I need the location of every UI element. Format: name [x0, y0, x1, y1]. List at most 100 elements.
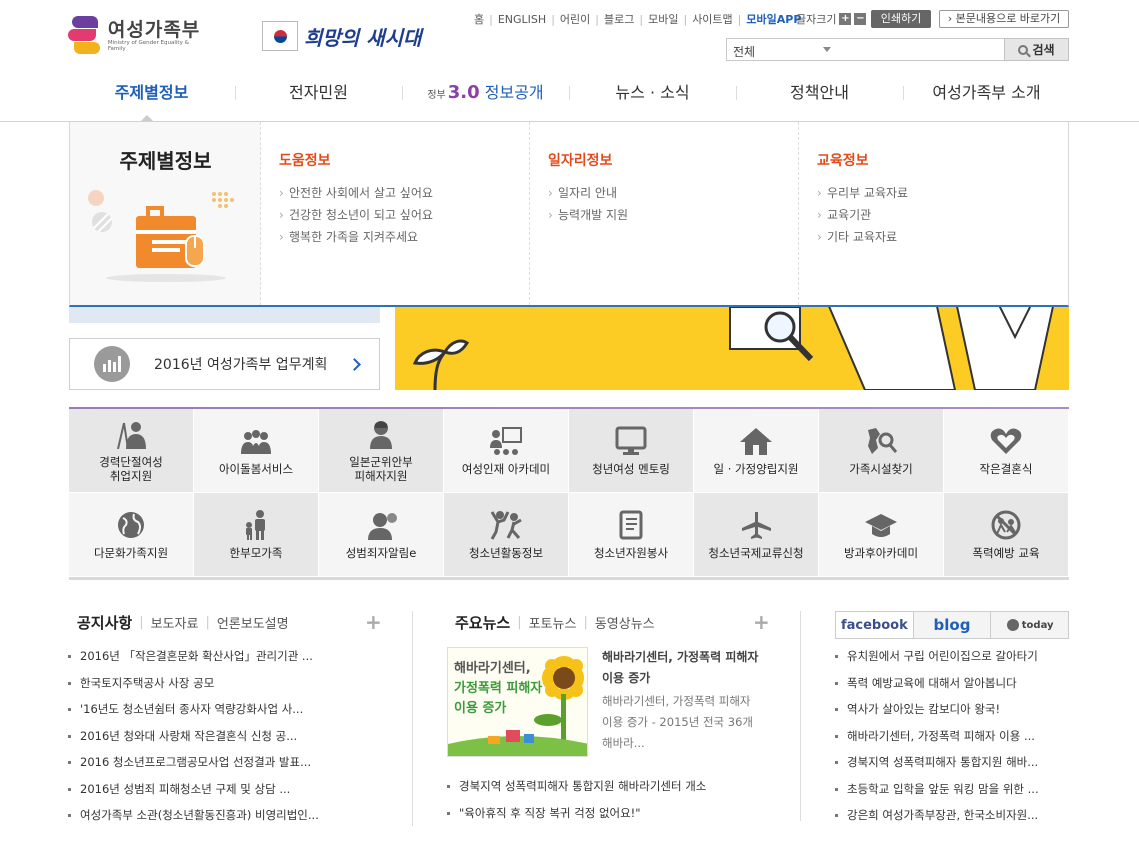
gnb-about[interactable]: 여성가족부 소개: [903, 74, 1070, 112]
ministry-logo[interactable]: 여성가족부 Ministry of Gender Equality & Fami…: [68, 14, 208, 58]
tab-photo-news[interactable]: 포토뉴스: [529, 613, 577, 632]
list-item[interactable]: 2016년 성범죄 피해청소년 구제 및 상담 ...: [68, 776, 354, 803]
font-size-label: 글자크기: [796, 13, 837, 26]
list-item[interactable]: 유치원에서 구립 어린이집으로 갈아타기: [835, 643, 1067, 670]
notice-more-plus-icon[interactable]: +: [365, 610, 382, 634]
tab-main-news[interactable]: 주요뉴스: [455, 612, 510, 633]
main-visual-banner[interactable]: [395, 297, 1069, 390]
util-sitemap[interactable]: 사이트맵: [692, 11, 732, 27]
mega-link[interactable]: 능력개발 지원: [548, 204, 780, 226]
mega-heading-help[interactable]: 도움정보: [279, 150, 511, 170]
svc-career-women[interactable]: 경력단절여성 취업지원: [69, 409, 194, 493]
svc-family-facility[interactable]: 가족시설찾기: [819, 409, 944, 493]
news-more-plus-icon[interactable]: +: [753, 610, 770, 634]
list-item[interactable]: 한국토지주택공사 사장 공모: [68, 670, 354, 697]
svc-sex-offender-alert[interactable]: 성범죄자알림e: [319, 493, 444, 577]
util-kids[interactable]: 어린이: [560, 11, 590, 27]
font-size-control: 글자크기 + −: [796, 11, 867, 27]
tab-press-release[interactable]: 보도자료: [151, 613, 199, 632]
tab-notice[interactable]: 공지사항: [77, 612, 132, 633]
search-scope-select[interactable]: 전체: [726, 38, 1005, 61]
mega-link[interactable]: 행복한 가족을 지켜주세요: [279, 226, 511, 248]
news-tabs: 주요뉴스 | 포토뉴스 | 동영상뉴스: [455, 612, 655, 633]
presentation-icon: [490, 426, 522, 455]
list-item[interactable]: 폭력 예방교육에 대해서 알아봅니다: [835, 670, 1067, 697]
tab-blog[interactable]: blog: [913, 612, 992, 638]
util-mobile[interactable]: 모바일: [648, 11, 678, 27]
svc-youth-volunteer[interactable]: 청소년자원봉사: [569, 493, 694, 577]
font-plus-button[interactable]: +: [839, 13, 852, 25]
news-headline[interactable]: 해바라기센터, 가정폭력 피해자 이용 증가: [602, 647, 762, 689]
list-item[interactable]: 2016년 「작은결혼문화 확산사업」관리기관 ...: [68, 643, 354, 670]
chevron-right-icon: [348, 357, 361, 371]
skip-to-content-button[interactable]: › 본문내용으로 바로가기: [939, 10, 1069, 28]
list-item[interactable]: 경북지역 성폭력피해자 통합지원 해바...: [835, 749, 1067, 776]
jumping-youth-icon: [490, 510, 522, 540]
mega-menu-dropdown: 주제별정보 도움정보 안전한 사회에서 살고 싶어요 건강한 청소년이 되고 싶…: [69, 122, 1069, 307]
tab-facebook[interactable]: facebook: [836, 612, 914, 638]
gnb-e-civil[interactable]: 전자민원: [235, 74, 402, 112]
mega-link[interactable]: 교육기관: [817, 204, 1050, 226]
list-item[interactable]: 2016 청소년프로그램공모사업 선정결과 발표...: [68, 749, 354, 776]
mega-heading-jobs[interactable]: 일자리정보: [548, 150, 780, 170]
svc-child-care[interactable]: 아이돌봄서비스: [194, 409, 319, 493]
mega-heading-education[interactable]: 교육정보: [817, 150, 1050, 170]
svc-small-wedding[interactable]: 작은결혼식: [944, 409, 1069, 493]
list-item[interactable]: "육아휴직 후 직장 복귀 걱정 없어요!": [447, 800, 767, 827]
list-item[interactable]: 초등학교 입학을 앞둔 워킹 맘을 위한 ...: [835, 776, 1067, 803]
svc-talent-academy[interactable]: 여성인재 아카데미: [444, 409, 569, 493]
svc-mentoring[interactable]: 청년여성 멘토링: [569, 409, 694, 493]
svc-work-family[interactable]: 일 · 가정양립지원: [694, 409, 819, 493]
list-item[interactable]: 2016년 청와대 사랑채 작은결혼식 신청 공...: [68, 723, 354, 750]
mega-link[interactable]: 기타 교육자료: [817, 226, 1050, 248]
column-divider: [412, 611, 413, 826]
list-item[interactable]: 여성가족부 소관(청소년활동진흥과) 비영리법인...: [68, 802, 354, 829]
gnb-policy[interactable]: 정책안내: [736, 74, 903, 112]
svc-afterschool-academy[interactable]: 방과후아카데미: [819, 493, 944, 577]
svc-comfort-women[interactable]: 일본군위안부 피해자지원: [319, 409, 444, 493]
mega-link[interactable]: 안전한 사회에서 살고 싶어요: [279, 182, 511, 204]
list-item[interactable]: '16년도 청소년쉼터 종사자 역량강화사업 사...: [68, 696, 354, 723]
news-thumbnail[interactable]: 해바라기센터, 가정폭력 피해자 이용 증가: [447, 647, 588, 757]
mega-link[interactable]: 일자리 안내: [548, 182, 780, 204]
tab-video-news[interactable]: 동영상뉴스: [595, 613, 655, 632]
news-list: 경북지역 성폭력피해자 통합지원 해바라기센터 개소 "육아휴직 후 직장 복귀…: [447, 773, 767, 826]
util-english[interactable]: ENGLISH: [498, 13, 546, 26]
svc-label: 작은결혼식: [979, 461, 1033, 476]
svc-youth-activity[interactable]: 청소년활동정보: [444, 493, 569, 577]
gnb-news[interactable]: 뉴스 · 소식: [569, 74, 736, 112]
business-plan-card[interactable]: 2016년 여성가족부 업무계획: [69, 338, 380, 390]
font-minus-button[interactable]: −: [854, 13, 867, 25]
list-item[interactable]: 역사가 살아있는 캄보디아 왕국!: [835, 696, 1067, 723]
slogan-banner: 희망의 새시대: [262, 14, 432, 58]
tab-today[interactable]: today: [991, 612, 1069, 638]
tab-press-explain[interactable]: 언론보도설명: [217, 613, 289, 632]
list-item[interactable]: 강은희 여성가족부장관, 한국소비자원...: [835, 802, 1067, 829]
gnb-topic-info[interactable]: 주제별정보: [68, 74, 235, 112]
svc-single-parent[interactable]: 한부모가족: [194, 493, 319, 577]
svc-label: 일본군위안부 피해자지원: [349, 454, 413, 483]
bar-chart-icon: [94, 346, 130, 382]
svc-label: 한부모가족: [229, 545, 283, 560]
monitor-icon: [615, 426, 647, 455]
list-item[interactable]: 해바라기센터, 가정폭력 피해자 이용 ...: [835, 723, 1067, 750]
search-button[interactable]: 검색: [1004, 38, 1069, 61]
mega-link[interactable]: 건강한 청소년이 되고 싶어요: [279, 204, 511, 226]
map-search-icon: [868, 427, 898, 454]
globe-icon: [118, 511, 144, 538]
svc-violence-prevention[interactable]: 폭력예방 교육: [944, 493, 1069, 577]
util-home[interactable]: 홈: [474, 11, 484, 27]
svc-youth-exchange[interactable]: 청소년국제교류신청: [694, 493, 819, 577]
svc-multicultural[interactable]: 다문화가족지원: [69, 493, 194, 577]
service-grid: 경력단절여성 취업지원 아이돌봄서비스 일본군위안부 피해자지원 여성인재 아카…: [69, 409, 1069, 577]
util-blog[interactable]: 블로그: [604, 11, 634, 27]
list-item[interactable]: 경북지역 성폭력피해자 통합지원 해바라기센터 개소: [447, 773, 767, 800]
util-mobile-app[interactable]: 모바일APP: [746, 11, 801, 27]
graduation-cap-icon: [865, 513, 897, 537]
gnb-info-disclosure[interactable]: 정부 3.0 정보공개: [402, 74, 569, 112]
airplane-icon: [742, 511, 771, 539]
svc-label: 일 · 가정양립지원: [713, 461, 799, 476]
svc-label: 방과후아카데미: [843, 545, 919, 560]
print-button[interactable]: 인쇄하기: [871, 10, 931, 28]
mega-link[interactable]: 우리부 교육자료: [817, 182, 1050, 204]
